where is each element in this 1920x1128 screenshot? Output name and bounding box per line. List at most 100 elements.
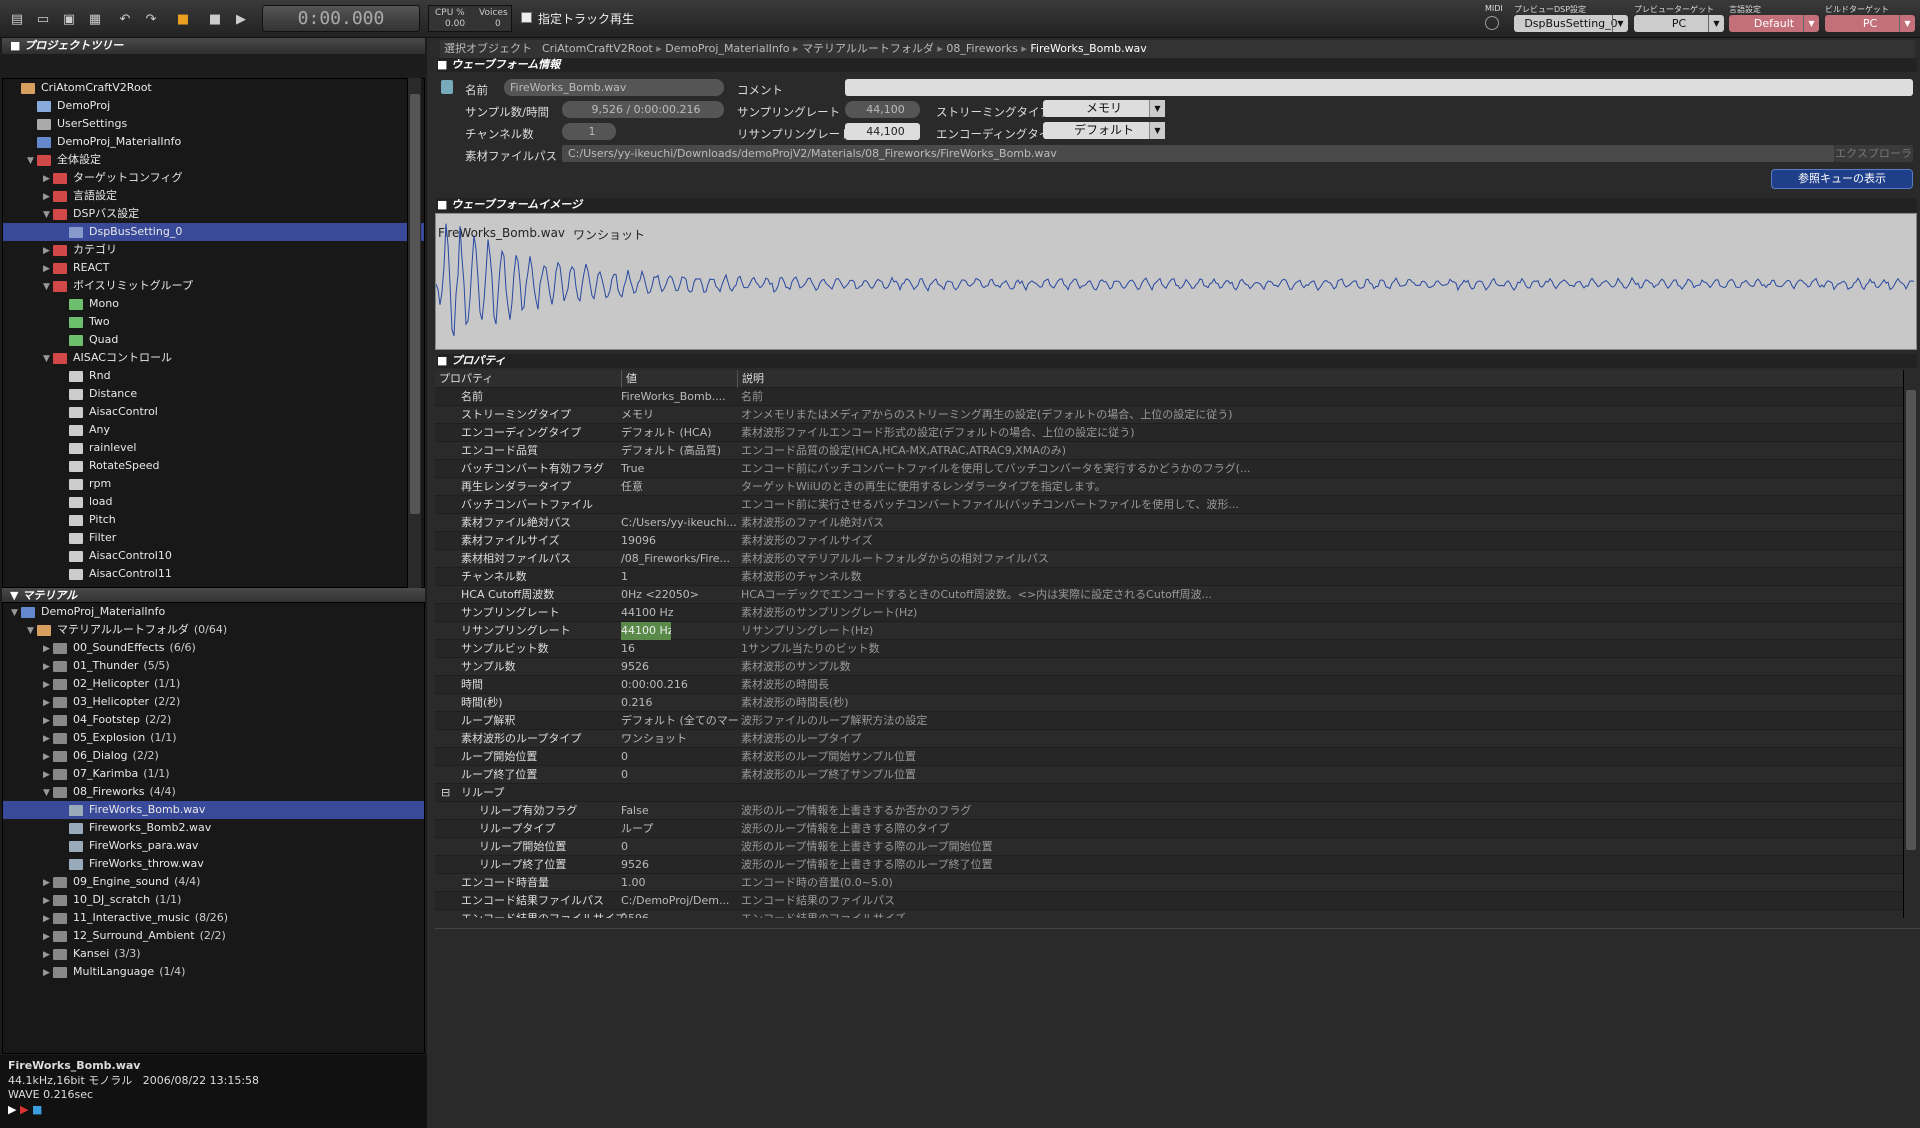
property-value[interactable]: 44100 Hz	[621, 622, 671, 640]
expand-toggle-icon[interactable]: ▼	[43, 206, 53, 224]
property-row[interactable]: バッチコンバート有効フラグ True エンコード前にバッチコンバートファイルを使用し…	[435, 460, 1903, 478]
breadcrumb-item[interactable]: FireWorks_Bomb.wav	[1030, 42, 1146, 55]
property-row[interactable]: 時間(秒) 0.216 素材波形の時間長(秒)	[435, 694, 1903, 712]
project-tree-item[interactable]: UserSettings	[3, 115, 424, 133]
preview-target-dropdown[interactable]: PC ▼	[1634, 15, 1724, 32]
property-row[interactable]: リループ終了位置 9526 波形のループ情報を上書きする際のループ終了位置	[435, 856, 1903, 874]
build-icon[interactable]: ■	[172, 8, 194, 30]
expand-toggle-icon[interactable]: ▼	[27, 622, 37, 640]
property-value[interactable]: C:/DemoProj/Dem...	[621, 892, 739, 910]
property-value[interactable]: デフォルト (高品質)	[621, 442, 739, 460]
project-tree-item[interactable]: Distance	[3, 385, 424, 403]
material-tree-item[interactable]: ▶ 11_Interactive_music (8/26)	[3, 909, 424, 927]
expand-toggle-icon[interactable]: ▶	[43, 188, 53, 206]
property-row[interactable]: リループタイプ ループ 波形のループ情報を上書きする際のタイプ	[435, 820, 1903, 838]
property-row[interactable]: サンプルビット数 16 1サンプル当たりのビット数	[435, 640, 1903, 658]
property-value[interactable]: ワンショット	[621, 730, 739, 748]
property-value[interactable]: 任意	[621, 478, 739, 496]
property-row[interactable]: リループ開始位置 0 波形のループ情報を上書きする際のループ開始位置	[435, 838, 1903, 856]
expand-toggle-icon[interactable]: ▶	[43, 712, 53, 730]
material-tree-item[interactable]: ▶ 07_Karimba (1/1)	[3, 765, 424, 783]
project-tree-item[interactable]: AisacControl11	[3, 565, 424, 583]
breadcrumb-item[interactable]: 08_Fireworks	[946, 42, 1017, 55]
material-tree-item[interactable]: FireWorks_throw.wav	[3, 855, 424, 873]
property-value[interactable]: 0Hz <22050>	[621, 586, 739, 604]
expand-toggle-icon[interactable]: ▶	[43, 946, 53, 964]
property-value[interactable]: 16	[621, 640, 739, 658]
project-tree-item[interactable]: DspBusSetting_0	[3, 223, 424, 241]
project-tree-item[interactable]: AisacControl10	[3, 547, 424, 565]
project-tree-item[interactable]: ▶ カテゴリ	[3, 241, 424, 259]
property-value[interactable]: 0	[621, 748, 739, 766]
breadcrumb-item[interactable]: DemoProj_MaterialInfo	[665, 42, 789, 55]
project-tree-item[interactable]: ▼ DSPバス設定	[3, 205, 424, 223]
expand-toggle-icon[interactable]: ▶	[43, 676, 53, 694]
property-row[interactable]: リサンプリングレート 44100 Hz リサンプリングレート(Hz)	[435, 622, 1903, 640]
expand-toggle-icon[interactable]: ▶	[43, 928, 53, 946]
project-tree-item[interactable]: Pitch	[3, 511, 424, 529]
project-tree-item[interactable]: ▶ ターゲットコンフィグ	[3, 169, 424, 187]
property-value[interactable]: 19096	[621, 532, 739, 550]
property-value[interactable]: 9526	[621, 856, 739, 874]
property-value[interactable]: 1.00	[621, 874, 739, 892]
stop-icon[interactable]: ■	[204, 8, 226, 30]
property-row[interactable]: エンコード結果のファイルサイズ2596エンコード結果のファイルサイズ	[435, 910, 1903, 918]
save-icon[interactable]: ▣	[58, 8, 80, 30]
expand-toggle-icon[interactable]: ▶	[43, 874, 53, 892]
expand-toggle-icon[interactable]: ▶	[43, 964, 53, 982]
name-field[interactable]: FireWorks_Bomb.wav	[504, 79, 724, 96]
property-value[interactable]: 0:00:00.216	[621, 676, 739, 694]
undo-icon[interactable]: ↶	[114, 8, 136, 30]
project-tree-item[interactable]: Quad	[3, 331, 424, 349]
play-icon[interactable]: ▶	[8, 1103, 16, 1116]
property-row[interactable]: サンプル数 9526 素材波形のサンプル数	[435, 658, 1903, 676]
expand-toggle-icon[interactable]: ▶	[43, 640, 53, 658]
project-tree-item[interactable]: ▼ ボイスリミットグループ	[3, 277, 424, 295]
material-tree-item[interactable]: ▶ 09_Engine_sound (4/4)	[3, 873, 424, 891]
expand-toggle-icon[interactable]: ▼	[11, 604, 21, 622]
material-tree-item[interactable]: ▶ 06_Dialog (2/2)	[3, 747, 424, 765]
properties-scrollbar[interactable]	[1903, 370, 1917, 918]
project-tree-item[interactable]: ▶ REACT	[3, 259, 424, 277]
expand-toggle-icon[interactable]: ▼	[43, 350, 53, 368]
collapse-group-icon[interactable]: ⊟	[441, 784, 450, 802]
new-project-icon[interactable]: ▤	[6, 8, 28, 30]
comment-field[interactable]	[845, 79, 1913, 96]
expand-toggle-icon[interactable]: ▼	[43, 784, 53, 802]
material-tree-item[interactable]: FireWorks_para.wav	[3, 837, 424, 855]
explorer-button[interactable]: エクスプローラ	[1834, 145, 1913, 162]
property-row[interactable]: エンコード品質 デフォルト (高品質) エンコード品質の設定(HCA,HCA-MX,…	[435, 442, 1903, 460]
property-value[interactable]: C:/Users/yy-ikeuchi...	[621, 514, 739, 532]
expand-toggle-icon[interactable]: ▶	[43, 242, 53, 260]
material-tree-item[interactable]: ▶ 10_DJ_scratch (1/1)	[3, 891, 424, 909]
waveform-view[interactable]: FireWorks_Bomb.wav ワンショット	[435, 213, 1917, 350]
project-tree-item[interactable]: ▶ 言語設定	[3, 187, 424, 205]
save-all-icon[interactable]: ▦	[84, 8, 106, 30]
property-value[interactable]: 44100 Hz	[621, 604, 739, 622]
streaming-type-dropdown[interactable]: メモリ ▼	[1043, 100, 1165, 117]
resample-field[interactable]: 44,100	[845, 123, 920, 140]
project-tree-item[interactable]: RotateSpeed	[3, 457, 424, 475]
project-tree-item[interactable]: DemoProj_MaterialInfo	[3, 133, 424, 151]
reference-cue-button[interactable]: 参照キューの表示	[1771, 169, 1913, 189]
expand-toggle-icon[interactable]: ▶	[43, 260, 53, 278]
material-tree-item[interactable]: ▶ 00_SoundEffects (6/6)	[3, 639, 424, 657]
property-row[interactable]: 素材相対ファイルパス/08_Fireworks/Fire... 素材波形のマテリア…	[435, 550, 1903, 568]
encoding-type-dropdown[interactable]: デフォルト ▼	[1043, 122, 1165, 139]
material-tree-item[interactable]: ▶ MultiLanguage (1/4)	[3, 963, 424, 981]
material-tree-item[interactable]: ▶ 05_Explosion (1/1)	[3, 729, 424, 747]
property-value[interactable]: 0	[621, 838, 739, 856]
project-tree-item[interactable]: Any	[3, 421, 424, 439]
property-row[interactable]: ループ解釈 デフォルト (全てのマー... 波形ファイルのループ解釈方法の設定	[435, 712, 1903, 730]
property-row[interactable]: HCA Cutoff周波数 0Hz <22050> HCAコーデックでエンコードする…	[435, 586, 1903, 604]
expand-toggle-icon[interactable]: ▶	[43, 748, 53, 766]
property-value[interactable]: デフォルト (HCA)	[621, 424, 739, 442]
stop-play-icon[interactable]: ▶	[20, 1103, 28, 1116]
track-play-checkbox[interactable]	[521, 12, 532, 23]
property-row[interactable]: 時間 0:00:00.216 素材波形の時間長	[435, 676, 1903, 694]
property-row[interactable]: エンコーディングタイプ デフォルト (HCA) 素材波形ファイルエンコード形式の設定…	[435, 424, 1903, 442]
project-tree-item[interactable]: ▼ AISACコントロール	[3, 349, 424, 367]
property-row[interactable]: ストリーミングタイプ メモリ オンメモリまたはメディアからのストリーミング再生の設定…	[435, 406, 1903, 424]
property-row[interactable]: 素材ファイル絶対パス C:/Users/yy-ikeuchi... 素材波形のファイ…	[435, 514, 1903, 532]
project-tree-item[interactable]: DemoProj	[3, 97, 424, 115]
